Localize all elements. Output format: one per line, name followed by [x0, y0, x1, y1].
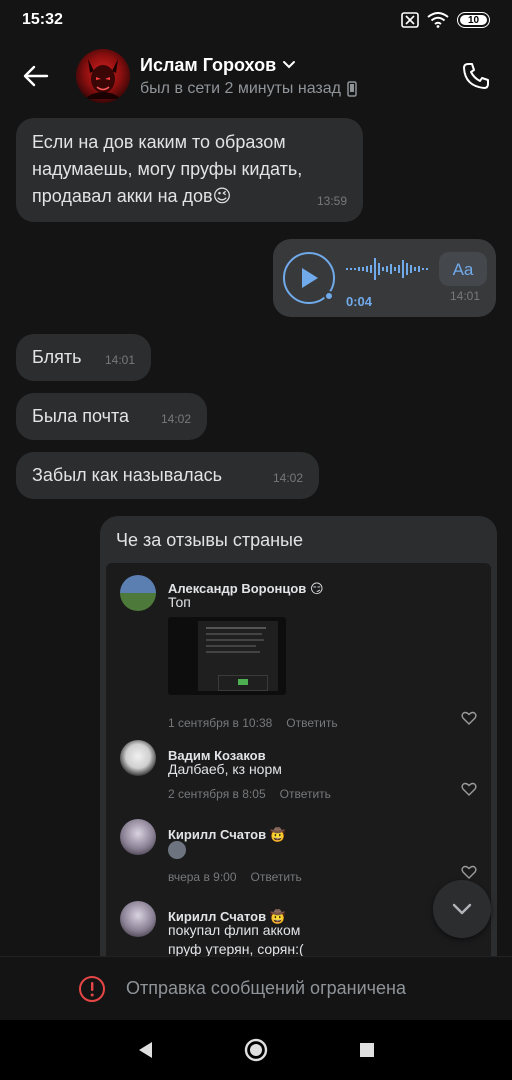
mobile-icon: [347, 80, 357, 97]
message-incoming[interactable]: Если на дов каким то образом надумаешь, …: [16, 118, 363, 222]
play-icon: [302, 268, 318, 288]
nav-home-icon[interactable]: [244, 1038, 268, 1062]
nav-recents-icon[interactable]: [358, 1041, 376, 1059]
contact-name[interactable]: Ислам Горохов: [140, 55, 357, 76]
message-text: Че за отзывы страные: [116, 530, 303, 550]
no-sim-icon: [401, 12, 419, 28]
alert-circle-icon: [79, 975, 105, 1002]
back-button[interactable]: [18, 58, 54, 94]
message-text: Была почта: [32, 406, 130, 426]
status-bar: 15:32 10: [0, 0, 512, 40]
message-incoming[interactable]: Была почта 14:02: [16, 393, 207, 440]
comment-date: 2 сентября в 8:05: [168, 787, 266, 801]
messaging-restricted-bar: Отправка сообщений ограничена: [0, 956, 512, 1020]
call-button[interactable]: [458, 58, 494, 94]
play-button[interactable]: [283, 252, 335, 304]
comment-author-badge: 🤠: [269, 827, 286, 842]
avatar: [120, 901, 156, 937]
comment-author[interactable]: Кирилл Счатов 🤠: [168, 821, 286, 848]
nav-back-icon[interactable]: [136, 1040, 154, 1060]
comment-item: Вадим Козаков Далбаеб, кз норм 2 сентябр…: [106, 740, 491, 810]
contact-name-text: Ислам Горохов: [140, 54, 277, 75]
comment-meta: вчера в 9:00 Ответить: [168, 864, 302, 891]
avatar: [120, 575, 156, 611]
message-time: 14:01: [449, 289, 480, 303]
heart-icon[interactable]: [461, 710, 477, 726]
comment-author[interactable]: Александр Воронцов 😏: [168, 575, 324, 602]
voice-waveform[interactable]: [346, 256, 430, 282]
battery-indicator: 10: [457, 12, 490, 28]
avatar: [120, 819, 156, 855]
message-time: 14:02: [272, 471, 303, 485]
chat-header: Ислам Горохов был в сети 2 минуты назад: [0, 40, 512, 112]
comment-item: Кирилл Счатов 🤠 вчера в 9:00 Ответить: [106, 819, 491, 894]
message-time: 14:02: [160, 412, 191, 426]
message-incoming[interactable]: Блять 14:01: [16, 334, 151, 381]
transcribe-button[interactable]: Aa: [439, 252, 487, 286]
avatar: [120, 740, 156, 776]
voice-message[interactable]: 0:04 Aa 14:01: [273, 239, 496, 317]
phone-icon: [463, 63, 489, 89]
back-arrow-icon: [23, 65, 49, 87]
comment-meta: 2 сентября в 8:05 Ответить: [168, 781, 331, 808]
comment-date: вчера в 9:00: [168, 870, 237, 884]
message-incoming[interactable]: Забыл как называлась 14:02: [16, 452, 319, 499]
battery-level: 10: [467, 14, 480, 26]
system-navigation-bar: [0, 1020, 512, 1080]
wifi-icon: [427, 12, 449, 28]
message-text: Забыл как называлась: [32, 465, 222, 485]
reply-link[interactable]: Ответить: [286, 710, 337, 737]
restricted-notice: Отправка сообщений ограничена: [126, 978, 406, 998]
comment-text: Далбаеб, кз норм: [168, 761, 282, 777]
comment-item: Александр Воронцов 😏 Топ 1 сентября в 10…: [106, 571, 491, 731]
unplayed-dot: [324, 291, 334, 301]
comment-text: покупал флип акком: [168, 922, 301, 938]
comment-image[interactable]: [168, 617, 286, 695]
voice-duration: 0:04: [346, 294, 373, 309]
heart-icon[interactable]: [461, 864, 477, 880]
chevron-down-icon: [452, 903, 472, 915]
reply-link[interactable]: Ответить: [280, 781, 331, 808]
comment-date: 1 сентября в 10:38: [168, 716, 273, 730]
reply-link[interactable]: Ответить: [251, 864, 302, 891]
comment-meta: 1 сентября в 10:38 Ответить: [168, 710, 338, 737]
heart-icon[interactable]: [461, 781, 477, 797]
contact-status: был в сети 2 минуты назад: [140, 80, 357, 98]
status-time: 15:32: [22, 11, 63, 28]
message-time: 14:01: [104, 353, 135, 367]
comment-text: Топ: [168, 594, 191, 610]
contact-avatar[interactable]: [76, 49, 130, 103]
comment-author-badge: 😏: [309, 581, 324, 596]
message-text: Если на дов каким то образом надумаешь, …: [32, 132, 303, 206]
scroll-down-button[interactable]: [433, 880, 491, 938]
comment-author-name: Кирилл Счатов: [168, 827, 267, 842]
message-text: Блять: [32, 347, 82, 367]
message-time: 13:59: [316, 194, 347, 208]
sticker: [168, 841, 186, 859]
chevron-down-icon: [283, 61, 296, 69]
contact-status-text: был в сети 2 минуты назад: [140, 79, 341, 97]
